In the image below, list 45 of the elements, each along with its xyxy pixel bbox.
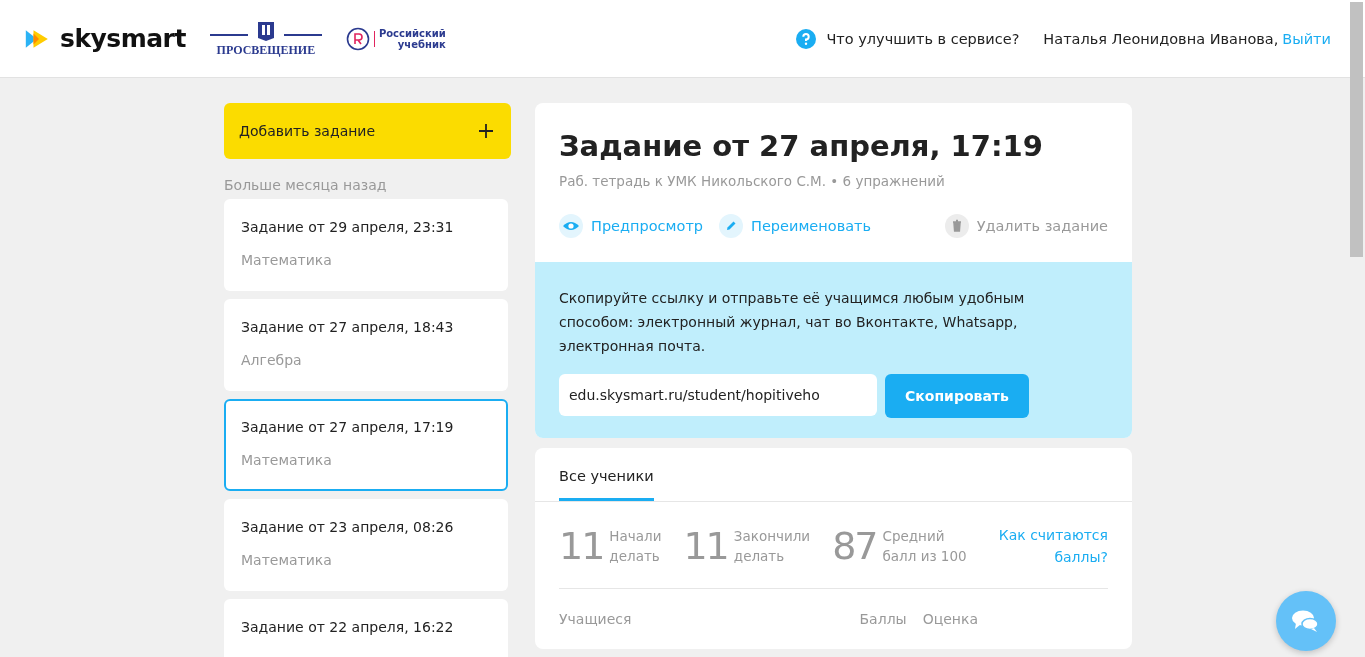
add-task-button[interactable]: Добавить задание — [224, 103, 511, 159]
task-title: Задание от 27 апреля, 18:43 — [241, 319, 455, 335]
publisher-logo-text: ПРОСВЕЩЕНИЕ — [216, 42, 316, 58]
task-card[interactable]: Задание от 27 апреля, 17:19 Математика — [224, 399, 508, 491]
stat-label: Начали делать — [609, 527, 662, 566]
emblem-logo-icon — [209, 19, 322, 42]
help-icon — [796, 28, 817, 49]
stat-value: 87 — [832, 524, 877, 568]
students-tab[interactable]: Все ученики — [559, 448, 654, 501]
chat-bubbles-icon — [1291, 609, 1321, 633]
column-header: Оценка — [922, 611, 978, 627]
task-card[interactable]: Задание от 29 апреля, 23:31 Математика — [224, 199, 508, 291]
stat-label: Средний балл из 100 — [882, 527, 967, 566]
task-title: Задание от 22 апреля, 16:22 — [241, 619, 455, 635]
eye-icon — [559, 214, 583, 238]
column-header: Учащиеся — [559, 611, 633, 627]
stat-value: 11 — [559, 524, 604, 568]
group-label: Больше месяца назад — [224, 177, 388, 193]
task-title: Задание от 29 апреля, 23:31 — [241, 219, 455, 235]
task-title: Задание от 27 апреля, 17:19 — [241, 419, 455, 435]
chat-button[interactable] — [1276, 591, 1336, 651]
stat-label: Закончили делать — [733, 527, 811, 566]
stat-value: 11 — [683, 524, 728, 568]
task-meta: Раб. тетрадь к УМК Никольского С.М. • 6 упражнений — [558, 172, 946, 189]
column-header: Баллы — [859, 611, 907, 627]
task-subject: Математика — [241, 452, 333, 468]
textbook-logo-text: Российский учебник — [378, 27, 446, 50]
task-subject: Математика — [241, 252, 333, 268]
task-card[interactable]: Задание от 23 апреля, 08:26 Математика — [224, 499, 508, 591]
brand-logo[interactable]: skysmart — [60, 24, 186, 53]
task-subject: Алгебра — [241, 352, 303, 368]
share-instructions: Скопируйте ссылку и отправьте её учащимся любым удобным способом: электронный журнал, чат во Вконтакте, Whatsapp, электронная почта. — [559, 289, 1026, 356]
task-heading: Задание от 27 апреля, 17:19 — [558, 128, 1044, 163]
ru-logo-icon — [345, 26, 370, 51]
task-subject: Математика — [241, 552, 333, 568]
pencil-icon — [719, 214, 744, 238]
task-card[interactable]: Задание от 27 апреля, 18:43 Алгебра — [224, 299, 508, 391]
feedback-link[interactable]: Что улучшить в сервисе? — [796, 28, 1020, 49]
plus-icon — [479, 124, 493, 138]
task-card[interactable]: Задание от 22 апреля, 16:22 — [224, 599, 508, 657]
task-title: Задание от 23 апреля, 08:26 — [241, 519, 455, 535]
link-field[interactable]: edu.skysmart.ru/student/hopitiveho — [559, 374, 877, 416]
user-name: Наталья Леонидовна Иванова, — [1043, 30, 1279, 47]
trash-icon — [944, 214, 969, 238]
page-scrollbar[interactable] — [1350, 2, 1363, 257]
